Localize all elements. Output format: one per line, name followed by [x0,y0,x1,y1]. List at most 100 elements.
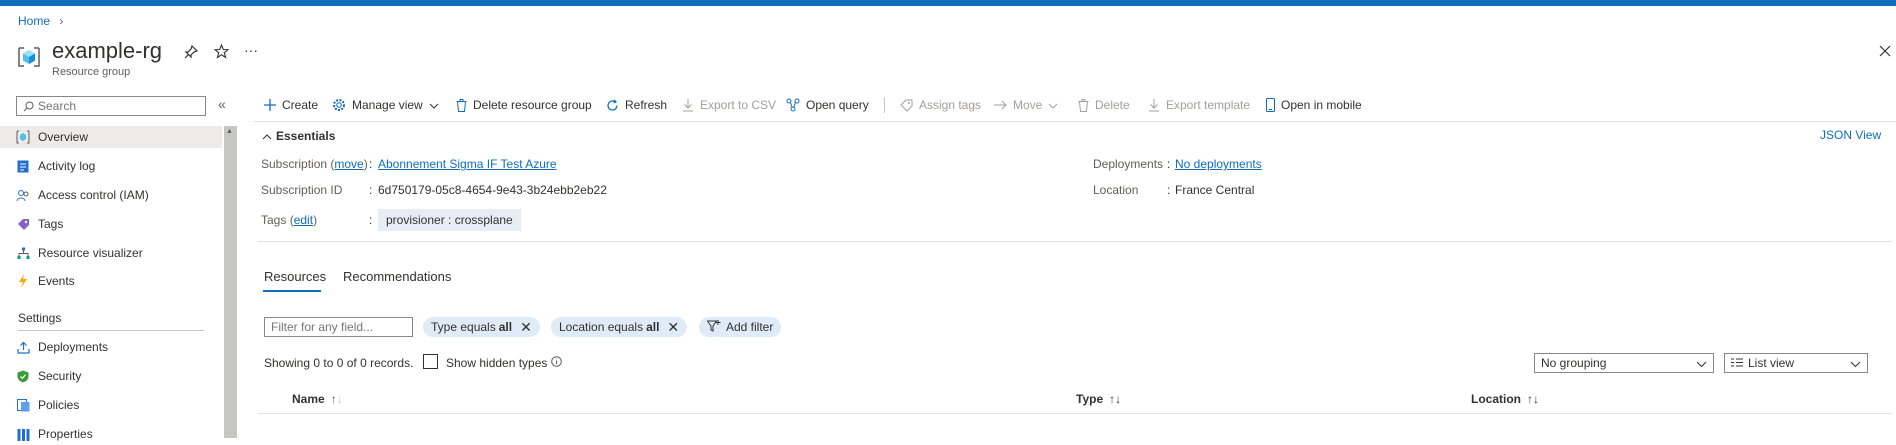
info-icon[interactable] [551,356,562,370]
sidebar-item-access-control[interactable]: Access control (IAM) [16,184,149,206]
sidebar-item-label: Tags [38,217,64,231]
subscription-label: Subscription (move) [261,157,368,171]
sidebar-item-label: Resource visualizer [38,246,143,260]
tags-label-text: Tags [261,213,287,227]
type-filter-pill[interactable]: Type equals all ✕ [423,317,540,337]
close-icon[interactable]: ✕ [667,319,679,336]
records-count: Showing 0 to 0 of 0 records. [264,356,414,370]
column-header-location[interactable]: Location ↑↓ [1471,392,1539,406]
location-filter-label: Location equals [559,320,644,334]
export-csv-button[interactable]: Export to CSV [682,96,776,114]
gear-icon [332,98,346,112]
assign-tags-button[interactable]: Assign tags [900,96,981,114]
chevron-down-icon [1048,98,1058,112]
properties-icon [16,427,30,441]
refresh-button[interactable]: Refresh [606,96,667,114]
scroll-up-icon[interactable]: ▲ [226,128,233,135]
create-button[interactable]: Create [264,96,318,114]
sidebar-item-deployments[interactable]: Deployments [16,336,108,358]
open-query-button[interactable]: Open query [786,96,869,114]
open-in-mobile-label: Open in mobile [1281,98,1362,112]
show-hidden-types-checkbox[interactable] [423,354,438,369]
chevron-right-icon: › [59,14,64,28]
trash-icon [1078,98,1089,112]
collapse-sidebar-icon[interactable]: « [218,96,226,112]
deployments-label: Deployments [1093,157,1164,171]
json-view-link[interactable]: JSON View [1820,128,1881,142]
close-icon[interactable]: ✕ [520,319,532,336]
breadcrumb: Home › [18,14,63,28]
sidebar-item-properties[interactable]: Properties [16,423,93,445]
sidebar-item-events[interactable]: Events [16,270,75,292]
sidebar-item-label: Properties [38,427,93,441]
view-dropdown[interactable]: List view [1724,353,1868,373]
subscription-label-text: Subscription [261,157,328,171]
download-icon [1148,98,1160,112]
export-csv-label: Export to CSV [700,98,777,112]
location-filter-pill[interactable]: Location equals all ✕ [551,317,688,337]
tab-recommendations[interactable]: Recommendations [343,269,451,284]
delete-button[interactable]: Delete [1078,96,1130,114]
move-link[interactable]: move [334,157,363,171]
chevron-down-icon [1850,357,1861,371]
settings-heading: Settings [18,311,62,325]
resource-group-icon [16,44,42,70]
column-header-label: Type [1076,392,1104,406]
tab-resources[interactable]: Resources [264,269,326,284]
more-options-icon[interactable]: ··· [244,42,258,58]
column-header-name[interactable]: Name ↑↓ [292,392,343,406]
add-filter-label: Add filter [726,320,774,334]
refresh-icon [606,98,619,112]
create-label: Create [282,98,319,112]
sidebar-item-label: Policies [38,398,80,412]
filter-input[interactable] [264,317,413,337]
add-filter-button[interactable]: Add filter [699,317,782,337]
shield-icon [16,369,30,383]
subscription-id-colon: : [369,183,373,197]
location-value: France Central [1175,183,1255,197]
location-label: Location [1093,183,1139,197]
subscription-colon: : [369,157,373,171]
grouping-dropdown[interactable]: No grouping [1534,353,1714,373]
export-template-button[interactable]: Export template [1148,96,1250,114]
column-header-label: Location [1471,392,1521,406]
breadcrumb-home-link[interactable]: Home [18,14,50,28]
chevron-down-icon [1696,357,1707,371]
sort-ascending-icon: ↑↓ [330,392,343,406]
column-header-type[interactable]: Type ↑↓ [1076,392,1121,406]
essentials-toggle[interactable]: Essentials [262,129,335,143]
type-filter-label: Type equals [431,320,496,334]
sidebar-item-activity-log[interactable]: Activity log [16,155,95,177]
sidebar-search-input[interactable] [38,99,198,113]
open-in-mobile-button[interactable]: Open in mobile [1266,96,1362,114]
delete-resource-group-button[interactable]: Delete resource group [456,96,592,114]
sidebar-item-security[interactable]: Security [16,365,81,387]
pin-icon[interactable] [184,45,198,59]
open-query-label: Open query [806,98,869,112]
close-icon[interactable] [1879,45,1891,57]
sidebar-search-box[interactable] [16,96,206,116]
sidebar-item-resource-visualizer[interactable]: Resource visualizer [16,242,143,264]
type-filter-value: all [498,320,513,334]
toolbar-divider [884,97,885,113]
subscription-value-link[interactable]: Abonnement Sigma IF Test Azure [378,157,557,171]
edit-tags-link[interactable]: edit [294,213,313,227]
upload-icon [16,340,30,354]
star-icon[interactable] [214,44,229,59]
sidebar-item-policies[interactable]: Policies [16,394,79,416]
chevron-down-icon [429,98,439,112]
delete-resource-group-label: Delete resource group [473,98,592,112]
download-icon [682,98,694,112]
view-selected: List view [1748,356,1795,370]
deployments-value-link[interactable]: No deployments [1175,157,1262,171]
location-filter-value: all [646,320,660,334]
sidebar-item-overview[interactable]: Overview [16,126,88,148]
move-button[interactable]: Move [994,96,1058,114]
manage-view-label: Manage view [352,98,423,112]
people-icon [16,188,30,202]
sidebar-scrollbar[interactable]: ▲ [224,126,237,438]
manage-view-button[interactable]: Manage view [332,96,439,114]
tag-icon [16,217,30,231]
tag-chip: provisioner : crossplane [378,209,521,231]
sidebar-item-tags[interactable]: Tags [16,213,63,235]
